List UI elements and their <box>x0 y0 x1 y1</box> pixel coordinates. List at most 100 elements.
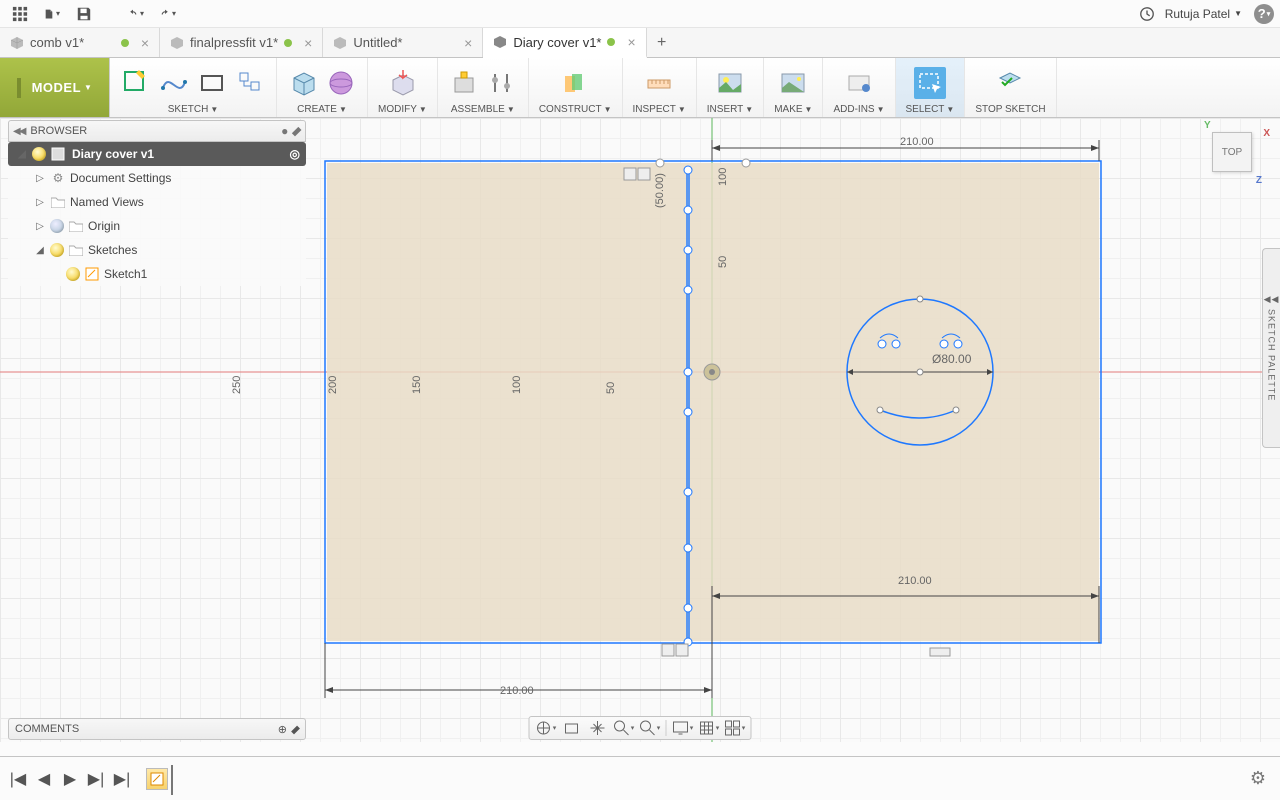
measure-icon[interactable] <box>643 67 675 99</box>
undo-icon[interactable]: ▾ <box>122 2 150 26</box>
ribbon-label[interactable]: SKETCH▼ <box>168 104 218 115</box>
add-comment-icon[interactable]: ⊕ <box>278 723 287 736</box>
visibility-bulb-icon[interactable] <box>66 267 80 281</box>
visibility-bulb-icon[interactable] <box>50 219 64 233</box>
browser-item-views[interactable]: ▷ Named Views <box>8 190 306 214</box>
create-sketch-icon[interactable] <box>120 67 152 99</box>
view-cube[interactable]: Y X Z TOP <box>1202 122 1262 182</box>
decal-icon[interactable] <box>714 67 746 99</box>
timeline-feature-sketch[interactable] <box>146 768 168 790</box>
close-tab-icon[interactable]: × <box>627 34 635 50</box>
twisty-icon[interactable]: ◢ <box>34 245 46 256</box>
redo-icon[interactable]: ▾ <box>154 2 182 26</box>
help-icon[interactable]: ?▾ <box>1254 4 1274 24</box>
target-icon[interactable]: ◎ <box>290 147 300 161</box>
axis-y-label: Y <box>1204 120 1211 131</box>
doc-tab-0[interactable]: comb v1* × <box>0 28 160 57</box>
ribbon-label[interactable]: ASSEMBLE▼ <box>451 104 515 115</box>
close-tab-icon[interactable]: × <box>141 35 149 51</box>
doc-tab-3[interactable]: Diary cover v1* × <box>483 28 646 58</box>
browser-item-origin[interactable]: ▷ Origin <box>8 214 306 238</box>
browser-item-sketches[interactable]: ◢ Sketches <box>8 238 306 262</box>
ribbon-label[interactable]: CONSTRUCT▼ <box>539 104 612 115</box>
print3d-icon[interactable] <box>777 67 809 99</box>
ribbon-label[interactable]: STOP SKETCH <box>975 104 1045 115</box>
twisty-icon[interactable]: ▷ <box>34 197 46 208</box>
timeline-settings-icon[interactable]: ⚙ <box>1250 768 1266 789</box>
component-icon[interactable] <box>448 67 480 99</box>
ribbon-label[interactable]: ADD-INS▼ <box>833 104 884 115</box>
collapse-icon[interactable]: ◀◀ <box>13 126 24 137</box>
ribbon-label[interactable]: MAKE▼ <box>774 104 812 115</box>
twisty-icon[interactable]: ◢ <box>16 149 28 160</box>
user-menu[interactable]: Rutuja Patel▼ <box>1165 7 1242 21</box>
plane-icon[interactable] <box>559 67 591 99</box>
browser-pin-icon[interactable]: ▮ <box>290 124 305 139</box>
viewcube-face[interactable]: TOP <box>1212 132 1252 172</box>
stop-sketch-icon[interactable] <box>994 67 1026 99</box>
dimension-icon[interactable] <box>234 67 266 99</box>
save-icon[interactable] <box>70 2 98 26</box>
axis-x-label: X <box>1263 128 1270 139</box>
svg-text:Ø80.00: Ø80.00 <box>932 352 972 366</box>
browser-item-label: Named Views <box>70 195 144 209</box>
timeline-end-icon[interactable]: ▶| <box>112 769 132 789</box>
browser-item-sketch1[interactable]: Sketch1 <box>8 262 306 286</box>
doc-tab-2[interactable]: Untitled* × <box>323 28 483 57</box>
app-menu-icon[interactable] <box>6 2 34 26</box>
sketch-palette-tab[interactable]: ◀◀ SKETCH PALETTE <box>1262 248 1280 448</box>
visibility-bulb-icon[interactable] <box>32 147 46 161</box>
ribbon-label[interactable]: SELECT▼ <box>906 104 955 115</box>
add-tab-button[interactable]: + <box>647 28 677 57</box>
nav-toolbar: ▾ ▾ ▾ ▾ ▾ ▾ <box>529 716 752 740</box>
component-icon <box>50 146 66 162</box>
browser-root[interactable]: ◢ Diary cover v1 ◎ <box>8 142 306 166</box>
rect-icon[interactable] <box>196 67 228 99</box>
close-tab-icon[interactable]: × <box>304 35 312 51</box>
timeline-play-icon[interactable]: ▶ <box>60 769 80 789</box>
grid-settings-icon[interactable]: ▾ <box>697 718 721 738</box>
new-file-icon[interactable]: ▾ <box>38 2 66 26</box>
zoom-icon[interactable]: ▾ <box>612 718 636 738</box>
browser-dock-icon[interactable]: ● <box>281 124 288 138</box>
timeline-next-icon[interactable]: ▶| <box>86 769 106 789</box>
lookat-icon[interactable] <box>560 718 584 738</box>
timeline-start-icon[interactable]: |◀ <box>8 769 28 789</box>
ribbon-label[interactable]: INSPECT▼ <box>633 104 686 115</box>
recent-icon[interactable] <box>1133 2 1161 26</box>
box-icon[interactable] <box>287 67 319 99</box>
pan-icon[interactable] <box>586 718 610 738</box>
viewport-icon[interactable]: ▾ <box>723 718 747 738</box>
ribbon-label[interactable]: INSERT▼ <box>707 104 753 115</box>
ribbon-label[interactable]: CREATE▼ <box>297 104 347 115</box>
doc-tab-1[interactable]: finalpressfit v1* × <box>160 28 323 57</box>
svg-text:150: 150 <box>411 376 423 394</box>
browser-header[interactable]: ◀◀ BROWSER ● ▮ <box>8 120 306 142</box>
timeline-prev-icon[interactable]: ◀ <box>34 769 54 789</box>
display-icon[interactable]: ▾ <box>671 718 695 738</box>
twisty-icon[interactable]: ▷ <box>34 173 46 184</box>
sketch-icon <box>84 266 100 282</box>
addins-icon[interactable] <box>843 67 875 99</box>
sphere-icon[interactable] <box>325 67 357 99</box>
workspace-switcher[interactable]: MODEL▼ <box>0 58 110 117</box>
spline-icon[interactable] <box>158 67 190 99</box>
browser-item-label: Document Settings <box>70 171 171 185</box>
ribbon-label[interactable]: MODIFY▼ <box>378 104 427 115</box>
visibility-bulb-icon[interactable] <box>50 243 64 257</box>
fit-icon[interactable]: ▾ <box>638 718 662 738</box>
joint-icon[interactable] <box>486 67 518 99</box>
browser-item-settings[interactable]: ▷ ⚙ Document Settings <box>8 166 306 190</box>
dirty-indicator-icon <box>121 39 129 47</box>
twisty-icon[interactable]: ▷ <box>34 221 46 232</box>
ribbon-group-insert: INSERT▼ <box>697 58 764 117</box>
presspull-icon[interactable] <box>386 67 418 99</box>
close-tab-icon[interactable]: × <box>464 35 472 51</box>
comments-pin-icon[interactable]: ▮ <box>289 722 302 735</box>
dirty-indicator-icon <box>284 39 292 47</box>
svg-text:50: 50 <box>717 256 729 268</box>
comments-bar[interactable]: COMMENTS ⊕ ▮ <box>8 718 306 740</box>
ribbon-group-inspect: INSPECT▼ <box>623 58 697 117</box>
select-icon[interactable] <box>914 67 946 99</box>
orbit-icon[interactable]: ▾ <box>534 718 558 738</box>
